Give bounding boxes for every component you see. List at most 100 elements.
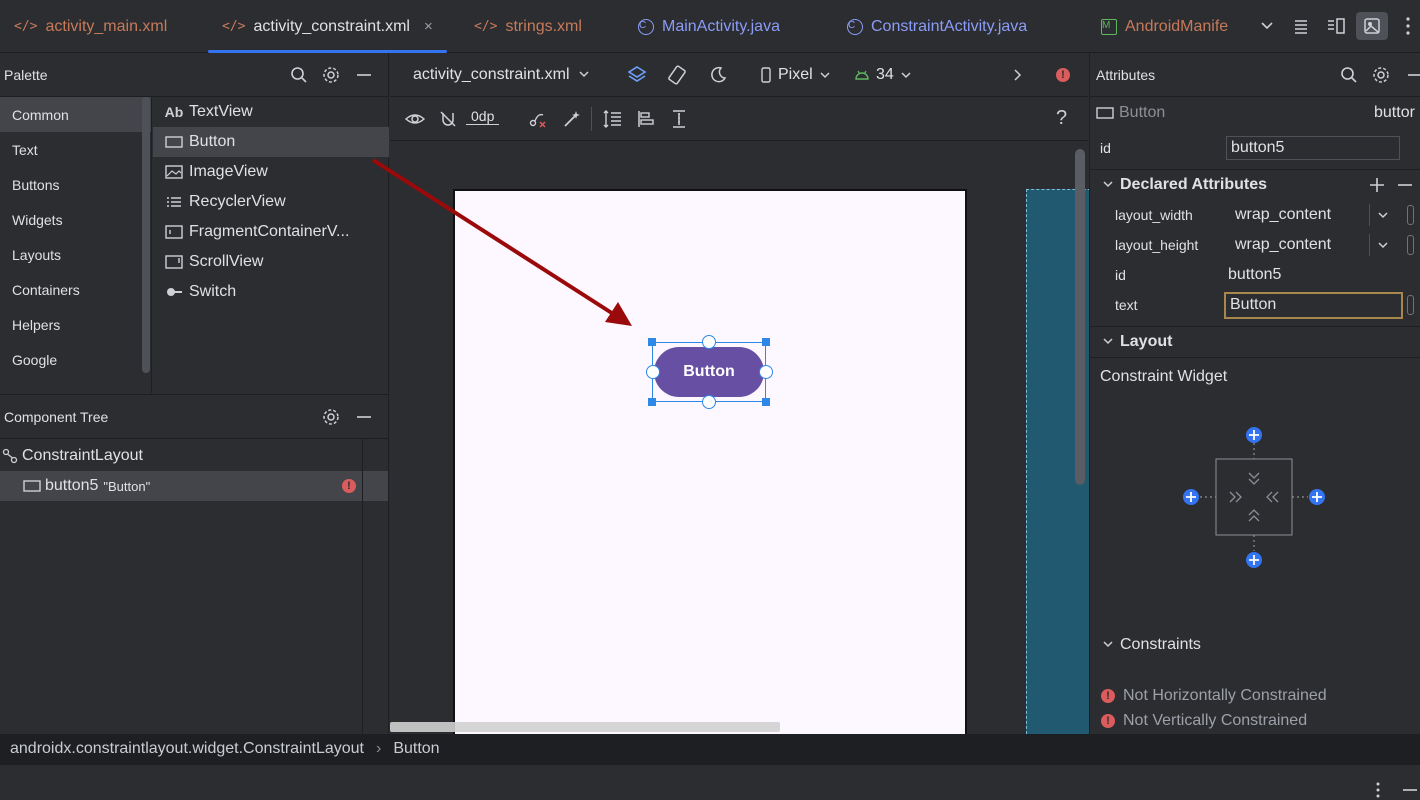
- more-vertical-icon[interactable]: [1374, 781, 1382, 799]
- warning-text: Not Vertically Constrained: [1123, 712, 1308, 729]
- gear-icon[interactable]: [1372, 66, 1390, 84]
- gear-icon[interactable]: [322, 66, 340, 84]
- night-mode-icon[interactable]: [708, 65, 728, 85]
- tab-main-activity[interactable]: C MainActivity.java: [638, 0, 780, 53]
- tab-constraint-activity[interactable]: C ConstraintActivity.java: [847, 0, 1027, 53]
- constraint-layout-icon: [2, 448, 18, 464]
- chevron-down-icon[interactable]: [1377, 240, 1389, 250]
- api-level-selector[interactable]: 34: [854, 66, 912, 84]
- chevron-right-icon[interactable]: [1011, 67, 1023, 83]
- tree-item-constraintlayout[interactable]: ConstraintLayout: [0, 441, 388, 471]
- tab-strings[interactable]: </> strings.xml: [474, 0, 582, 53]
- eye-icon[interactable]: [404, 109, 426, 129]
- minimize-icon[interactable]: [1406, 66, 1420, 84]
- constraint-widget[interactable]: [1178, 423, 1328, 573]
- declared-attributes-header[interactable]: Declared Attributes: [1090, 169, 1420, 199]
- attribute-value[interactable]: wrap_content: [1235, 236, 1331, 254]
- layout-section-header[interactable]: Layout: [1090, 326, 1420, 356]
- section-title: Layout: [1120, 332, 1173, 350]
- constraint-anchor-top[interactable]: [702, 335, 716, 349]
- tab-android-manifest[interactable]: M AndroidManife: [1101, 0, 1228, 53]
- chevron-down-icon[interactable]: [1377, 210, 1389, 220]
- align-icon[interactable]: [636, 109, 656, 129]
- palette-category[interactable]: Buttons: [0, 167, 151, 202]
- device-label: Pixel: [778, 66, 813, 83]
- palette-widget-scrollview[interactable]: ScrollView: [153, 247, 389, 277]
- minimize-icon[interactable]: [355, 66, 373, 84]
- default-margin-field[interactable]: 0dp: [466, 108, 500, 125]
- section-title: Constraints: [1120, 636, 1201, 653]
- remove-icon[interactable]: [1396, 176, 1414, 194]
- tab-activity-constraint[interactable]: </> activity_constraint.xml ×: [208, 0, 447, 53]
- clear-constraints-icon[interactable]: [528, 109, 548, 129]
- resize-handle[interactable]: [762, 398, 770, 406]
- infer-constraints-icon[interactable]: [562, 109, 582, 129]
- constraint-anchor-start[interactable]: [646, 365, 660, 379]
- toolbar-divider: [591, 107, 592, 131]
- file-selector[interactable]: activity_constraint.xml: [413, 66, 590, 84]
- breadcrumb-item[interactable]: androidx.constraintlayout.widget.Constra…: [10, 740, 364, 758]
- palette-widget-recyclerview[interactable]: RecyclerView: [153, 187, 389, 217]
- palette-category[interactable]: Text: [0, 132, 151, 167]
- resource-picker[interactable]: [1407, 205, 1414, 225]
- widget-label: TextView: [189, 103, 253, 120]
- orientation-icon[interactable]: [667, 65, 687, 85]
- add-icon[interactable]: [1368, 176, 1386, 194]
- palette-category[interactable]: Google: [0, 342, 151, 377]
- constraints-section-header[interactable]: Constraints: [1090, 630, 1420, 660]
- resource-picker[interactable]: [1407, 295, 1414, 315]
- palette-widget-imageview[interactable]: ImageView: [153, 157, 389, 187]
- close-icon[interactable]: ×: [424, 18, 433, 35]
- error-icon[interactable]: !: [342, 479, 356, 493]
- device-selector[interactable]: Pixel: [760, 66, 831, 84]
- attribute-value[interactable]: button5: [1228, 266, 1281, 284]
- palette-category[interactable]: Layouts: [0, 237, 151, 272]
- layers-icon[interactable]: [627, 65, 647, 85]
- gear-icon[interactable]: [322, 408, 340, 426]
- error-icon: !: [1101, 689, 1115, 703]
- palette-category[interactable]: Containers: [0, 272, 151, 307]
- palette-category[interactable]: Common: [0, 97, 151, 132]
- breadcrumb-item[interactable]: Button: [393, 740, 439, 758]
- error-icon[interactable]: !: [1056, 68, 1070, 82]
- design-toolbar: activity_constraint.xml Pixel 34 !: [390, 53, 1088, 97]
- tree-item-button5[interactable]: button5 "Button" !: [0, 471, 388, 501]
- guidelines-icon[interactable]: [669, 109, 689, 129]
- breadcrumb-separator: ›: [375, 740, 382, 757]
- tab-activity-main[interactable]: </> activity_main.xml: [14, 0, 167, 53]
- palette-widget-button[interactable]: Button: [153, 127, 389, 157]
- palette-widget-textview[interactable]: Ab TextView: [153, 97, 389, 127]
- palette-widget-switch[interactable]: Switch: [153, 277, 389, 307]
- resize-handle[interactable]: [648, 398, 656, 406]
- blueprint-surface[interactable]: [1026, 189, 1096, 749]
- pack-icon[interactable]: [603, 109, 623, 129]
- magnet-off-icon[interactable]: [438, 109, 458, 129]
- canvas-vertical-scrollbar[interactable]: [1075, 149, 1085, 485]
- resource-picker[interactable]: [1407, 235, 1414, 255]
- design-view-icon[interactable]: [1356, 12, 1388, 40]
- search-icon[interactable]: [290, 66, 308, 84]
- palette-widget-fragmentcontainer[interactable]: FragmentContainerV...: [153, 217, 389, 247]
- constraint-anchor-bottom[interactable]: [702, 395, 716, 409]
- attribute-value[interactable]: wrap_content: [1235, 206, 1331, 224]
- text-attribute-field[interactable]: Button: [1224, 291, 1403, 319]
- id-row: id button5: [1090, 133, 1420, 163]
- minimize-icon[interactable]: [1402, 781, 1418, 799]
- help-icon[interactable]: ?: [1056, 107, 1067, 130]
- more-vertical-icon[interactable]: [1404, 16, 1412, 36]
- search-icon[interactable]: [1340, 66, 1358, 84]
- chevron-down-icon[interactable]: [1258, 17, 1276, 35]
- code-view-icon[interactable]: [1292, 17, 1310, 35]
- id-field[interactable]: button5: [1226, 136, 1400, 160]
- canvas-button-widget[interactable]: Button: [654, 347, 764, 397]
- palette-category[interactable]: Helpers: [0, 307, 151, 342]
- category-scrollbar[interactable]: [142, 97, 150, 373]
- canvas-horizontal-scrollbar[interactable]: [390, 722, 780, 732]
- palette-category[interactable]: Widgets: [0, 202, 151, 237]
- component-tree-title: Component Tree: [4, 408, 109, 425]
- minimize-icon[interactable]: [355, 408, 373, 426]
- split-view-icon[interactable]: [1326, 17, 1346, 35]
- constraint-anchor-end[interactable]: [759, 365, 773, 379]
- java-class-icon: C: [638, 18, 654, 35]
- resize-handle[interactable]: [762, 338, 770, 346]
